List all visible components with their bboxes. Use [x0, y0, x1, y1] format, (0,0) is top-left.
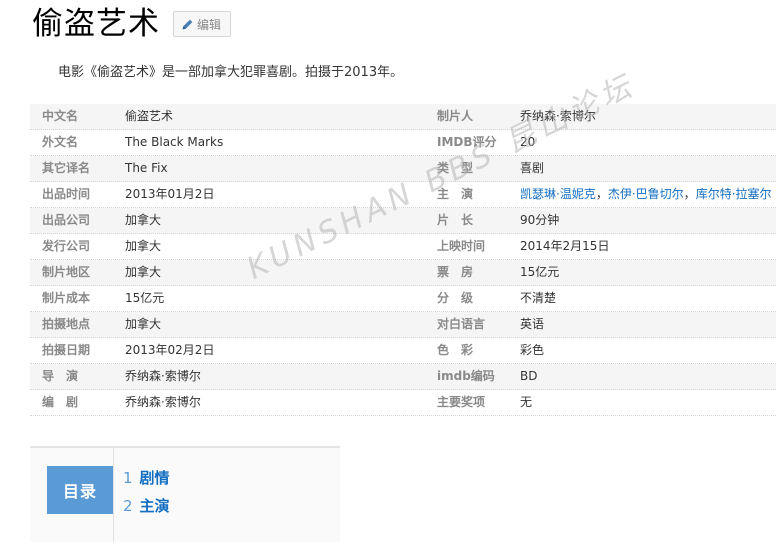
info-value: The Black Marks	[125, 135, 224, 149]
toc-item-text: 主演	[139, 497, 170, 515]
info-value: 2013年01月2日	[125, 187, 215, 201]
info-label: 制片地区	[42, 265, 91, 279]
info-value: 乔纳森·索博尔	[125, 395, 201, 409]
table-of-contents: 目录 1 剧情 2 主演	[30, 446, 340, 542]
toc-list: 1 剧情 2 主演	[123, 464, 170, 520]
info-row: 拍摄日期 2013年02月2日 色 彩 彩色	[30, 338, 776, 364]
info-label: imdb编码	[437, 369, 495, 383]
cast-link[interactable]: 库尔特·拉塞尔	[696, 187, 772, 201]
info-value: 彩色	[520, 343, 545, 357]
info-row: 编 剧 乔纳森·索博尔 主要奖项 无	[30, 390, 776, 416]
toc-item-plot[interactable]: 1 剧情	[123, 464, 170, 492]
info-table: 中文名 偷盗艺术 制片人 乔纳森·索博尔 外文名 The Black Marks…	[30, 104, 776, 416]
info-label: 色 彩	[437, 343, 474, 357]
info-row: 发行公司 加拿大 上映时间 2014年2月15日	[30, 234, 776, 260]
info-row: 制片成本 15亿元 分 级 不清楚	[30, 286, 776, 312]
info-label: 拍摄地点	[42, 317, 91, 331]
info-value: 不清楚	[520, 291, 557, 305]
info-value: BD	[520, 369, 538, 383]
info-label: 主要奖项	[437, 395, 486, 409]
cast-links: 凯瑟琳·温妮克，杰伊·巴鲁切尔，库尔特·拉塞尔	[520, 182, 772, 207]
summary-text: 电影《偷盗艺术》是一部加拿大犯罪喜剧。拍摄于2013年。	[58, 65, 404, 80]
edit-button-label: 编辑	[197, 17, 222, 32]
info-row: 中文名 偷盗艺术 制片人 乔纳森·索博尔	[30, 104, 776, 130]
pencil-icon	[182, 19, 193, 29]
info-row: 制片地区 加拿大 票 房 15亿元	[30, 260, 776, 286]
info-row: 外文名 The Black Marks IMDB评分 20	[30, 130, 776, 156]
info-label: 片 长	[437, 213, 474, 227]
info-label: 主 演	[437, 187, 474, 201]
info-value: 20	[520, 135, 536, 149]
info-value: 15亿元	[125, 291, 165, 305]
cast-separator: ，	[595, 187, 608, 201]
info-label: 出品公司	[42, 213, 91, 227]
info-label: 对白语言	[437, 317, 486, 331]
info-label: 上映时间	[437, 239, 486, 253]
info-value: 无	[520, 395, 533, 409]
info-row: 拍摄地点 加拿大 对白语言 英语	[30, 312, 776, 338]
toc-item-number: 2	[123, 497, 133, 515]
info-value: 乔纳森·索博尔	[520, 109, 596, 123]
info-label: 其它译名	[42, 161, 91, 175]
info-label: 导 演	[42, 369, 79, 383]
info-row: 出品公司 加拿大 片 长 90分钟	[30, 208, 776, 234]
info-label: IMDB评分	[437, 135, 497, 149]
info-label: 类 型	[437, 161, 474, 175]
toc-divider	[113, 448, 114, 542]
info-value: 2013年02月2日	[125, 343, 215, 357]
info-value: 加拿大	[125, 265, 162, 279]
info-label: 出品时间	[42, 187, 91, 201]
toc-item-number: 1	[123, 469, 133, 487]
toc-label: 目录	[47, 466, 113, 514]
info-value: The Fix	[125, 161, 168, 175]
info-value: 90分钟	[520, 213, 560, 227]
edit-button[interactable]: 编辑	[173, 11, 232, 37]
info-row: 出品时间 2013年01月2日 主 演 凯瑟琳·温妮克，杰伊·巴鲁切尔，库尔特·…	[30, 182, 776, 208]
info-label: 拍摄日期	[42, 343, 91, 357]
info-value: 2014年2月15日	[520, 239, 610, 253]
cast-separator: ，	[683, 187, 696, 201]
info-value: 15亿元	[520, 265, 560, 279]
info-label: 制片成本	[42, 291, 91, 305]
title-row: 偷盗艺术 编辑	[32, 2, 232, 46]
info-value: 英语	[520, 317, 545, 331]
info-value: 加拿大	[125, 239, 162, 253]
info-row: 其它译名 The Fix 类 型 喜剧	[30, 156, 776, 182]
info-value: 乔纳森·索博尔	[125, 369, 201, 383]
info-label: 外文名	[42, 135, 79, 149]
info-label: 制片人	[437, 109, 474, 123]
info-value: 喜剧	[520, 161, 545, 175]
info-label: 编 剧	[42, 395, 79, 409]
info-value: 加拿大	[125, 317, 162, 331]
page-title: 偷盗艺术	[32, 6, 160, 42]
toc-item-text: 剧情	[139, 469, 170, 487]
cast-link[interactable]: 杰伊·巴鲁切尔	[608, 187, 684, 201]
info-label: 分 级	[437, 291, 474, 305]
info-value: 偷盗艺术	[125, 109, 174, 123]
toc-item-cast[interactable]: 2 主演	[123, 492, 170, 520]
info-label: 中文名	[42, 109, 79, 123]
info-label: 发行公司	[42, 239, 91, 253]
info-value: 加拿大	[125, 213, 162, 227]
cast-link[interactable]: 凯瑟琳·温妮克	[520, 187, 596, 201]
info-label: 票 房	[437, 265, 474, 279]
info-row: 导 演 乔纳森·索博尔 imdb编码 BD	[30, 364, 776, 390]
